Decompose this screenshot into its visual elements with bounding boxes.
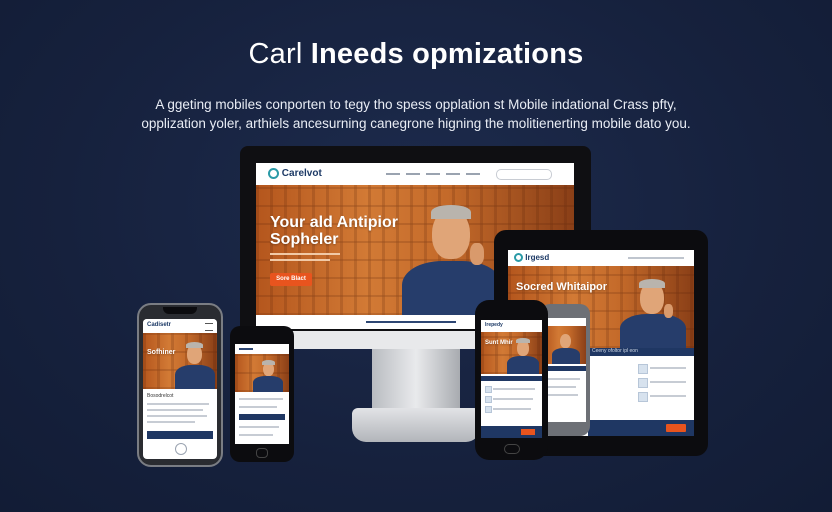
phone-right-hero: Sunt Mhir [481, 332, 542, 374]
phone-right-logo[interactable]: Irepedy [485, 322, 503, 328]
tablet-logo[interactable]: Irgesd [514, 253, 550, 263]
monitor-logo-text: Carelvot [281, 168, 322, 180]
presenter-photo [175, 341, 215, 389]
nav-link-1[interactable] [386, 173, 400, 175]
subtitle-line-1: A ggeting mobiles conporten to tegy tho … [155, 97, 677, 112]
page-headline: Carl Ineeds opmizations [0, 38, 832, 71]
content-line [366, 321, 456, 323]
home-button[interactable] [256, 448, 268, 458]
monitor-navbar: Carelvot [256, 163, 574, 186]
tablet-section-title: Ceeny ofoltor ipl eon [592, 348, 638, 354]
phone-middle-hero [235, 354, 289, 392]
feature-icon [638, 378, 648, 388]
presenter-photo [253, 360, 283, 392]
tablet-nav-links[interactable] [628, 257, 684, 259]
monitor-hero-title-line-2: Sopheler [270, 230, 339, 248]
presenter-photo [507, 338, 539, 374]
phone-left-hero-title: Sofhiner [147, 349, 176, 356]
tablet-footer-button[interactable] [666, 424, 686, 432]
phone-middle-logo[interactable] [239, 348, 253, 350]
phone-right-cta[interactable] [521, 429, 535, 435]
scroll-indicator-icon [175, 443, 187, 455]
hero-text-line [270, 259, 330, 261]
headline-part-1: Carl [248, 38, 311, 70]
headline-part-2: Ineeds opmizations [310, 38, 584, 70]
feature-icon [638, 364, 648, 374]
tablet-hero-title: Socred Whitaipor [516, 281, 608, 293]
monitor-stand-neck [372, 349, 460, 411]
phone-middle [230, 326, 294, 462]
feature-icon [485, 396, 492, 403]
phone-left-button[interactable] [147, 431, 213, 439]
monitor-cta-button[interactable]: Sore Blact [270, 273, 312, 286]
phone-left: Cadisetr Sofhiner Bosodrelcot [137, 303, 223, 467]
nav-link-3[interactable] [426, 173, 440, 175]
feature-icon [638, 392, 648, 402]
phone-left-screen: Cadisetr Sofhiner Bosodrelcot [143, 319, 217, 459]
hero-text-line [270, 253, 340, 255]
monitor-search-input[interactable] [496, 169, 552, 180]
phone-right-screen: Irepedy Sunt Mhir [481, 320, 542, 438]
phone-right: Irepedy Sunt Mhir [475, 300, 548, 460]
menu-icon[interactable] [205, 323, 213, 331]
logo-icon [268, 168, 279, 179]
phone-left-navbar: Cadisetr [143, 319, 217, 334]
presenter-photo [552, 332, 580, 364]
phone-notch [163, 307, 197, 314]
logo-icon [514, 253, 523, 263]
nav-link-5[interactable] [466, 173, 480, 175]
monitor-stand-base [352, 408, 480, 442]
monitor-hero-title-line-1: Your ald Antipior [270, 214, 398, 231]
nav-link-4[interactable] [446, 173, 460, 175]
monitor-logo[interactable]: Carelvot [268, 168, 322, 179]
nav-link-2[interactable] [406, 173, 420, 175]
phone-right-footer [481, 426, 542, 438]
feature-icon [485, 386, 492, 393]
phone-left-hero: Sofhiner [143, 333, 217, 389]
phone-middle-button[interactable] [239, 414, 285, 420]
feature-text [650, 381, 686, 383]
presenter-photo [402, 203, 502, 315]
tablet-logo-text: Irgesd [525, 253, 550, 262]
feature-text [650, 367, 686, 369]
monitor-hero-title: Your ald Antipior Sopheler [270, 214, 398, 249]
phone-left-logo[interactable]: Cadisetr [147, 322, 171, 328]
presenter-photo [620, 278, 686, 348]
tablet-footer [588, 420, 694, 436]
subtitle-line-2: opplization yoler, arthiels ancesurning … [141, 116, 691, 131]
tablet-navbar: Irgesd [508, 250, 694, 267]
phone-back-screen [544, 318, 586, 422]
feature-text [650, 395, 686, 397]
feature-icon [485, 406, 492, 413]
phone-middle-screen [235, 344, 289, 444]
phone-left-section-title: Bosodrelcot [147, 393, 174, 399]
home-button[interactable] [504, 444, 520, 454]
